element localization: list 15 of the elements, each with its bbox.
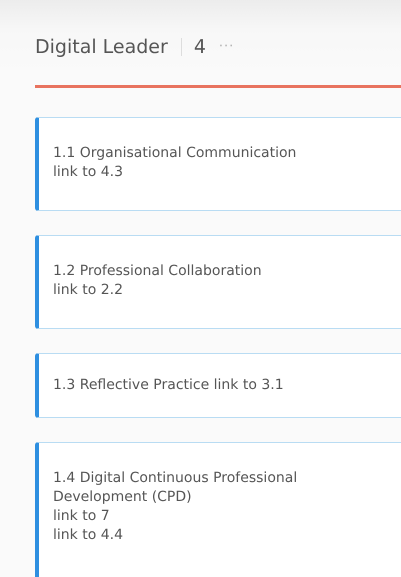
card-text: link to 7 [53, 507, 111, 526]
card-count: 4 [194, 36, 206, 58]
card-text: 1.1 Organisational Communication [53, 144, 298, 163]
card-text: 1.2 Professional Collaboration [53, 262, 263, 281]
card[interactable]: 1.1 Organisational Communication link to 4.3 [35, 117, 401, 211]
card-text: 1.4 Digital Continuous Professional [53, 469, 298, 488]
card-text: link to 4.4 [53, 526, 124, 545]
card[interactable]: 1.4 Digital Continuous Professional Development (CPD) link to 7 link to 4.4 [35, 442, 401, 577]
card[interactable]: 1.3 Reflective Practice link to 3.1 [35, 353, 401, 418]
card-text: Development (CPD) [53, 488, 193, 507]
column-title: Digital Leader [35, 36, 168, 58]
card[interactable]: 1.2 Professional Collaboration link to 2.2 [35, 235, 401, 329]
card-text: 1.3 Reflective Practice link to 3.1 [53, 376, 285, 395]
card-text: link to 4.3 [53, 163, 124, 182]
card-text: link to 2.2 [53, 281, 124, 300]
